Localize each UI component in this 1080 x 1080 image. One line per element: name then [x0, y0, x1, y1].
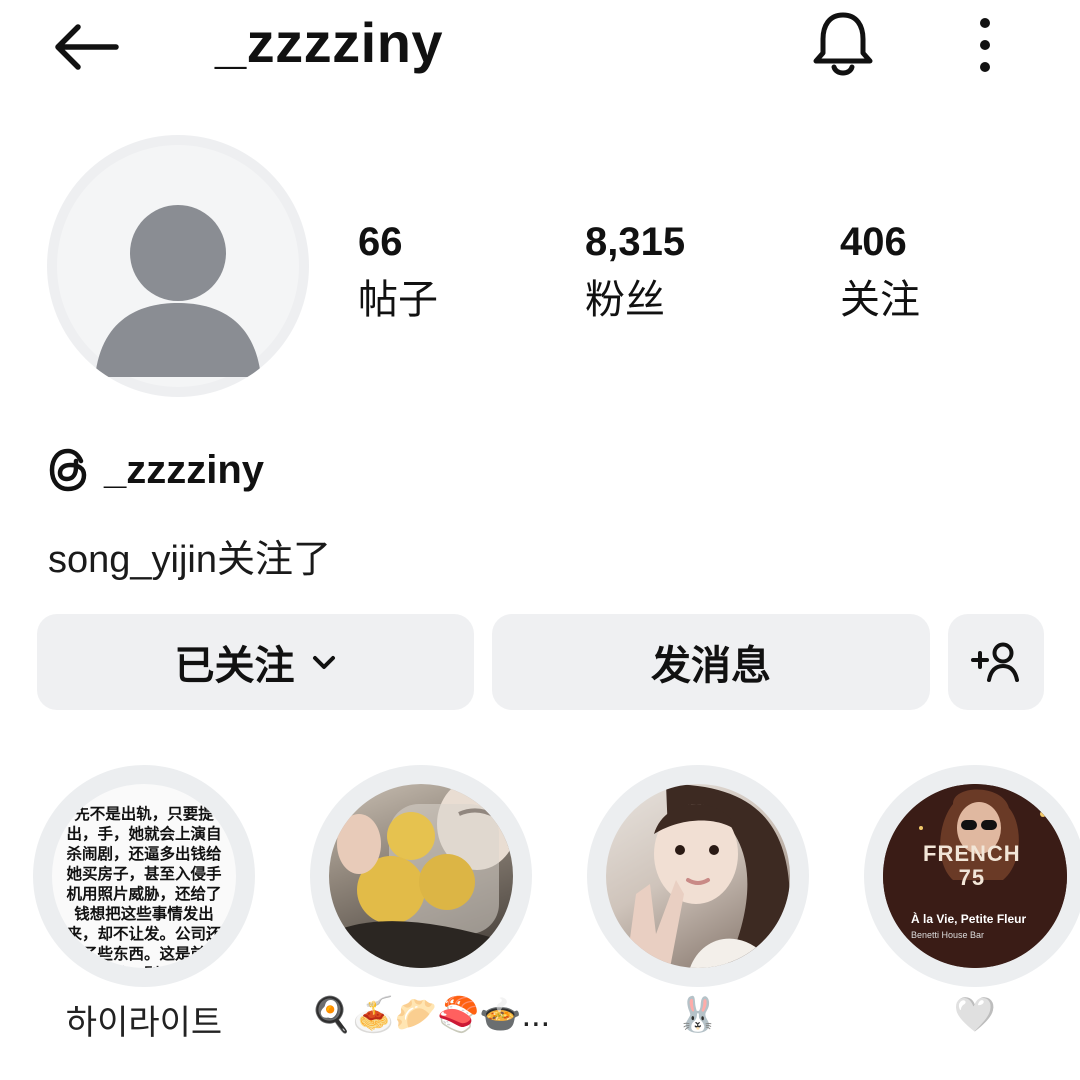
- music-card-song: À la Vie, Petite Fleur: [911, 912, 1027, 926]
- following-button-label: 已关注: [174, 644, 295, 688]
- highlight-caption: 🍳🍝🥟🍣🍲...: [310, 996, 551, 1034]
- highlight-caption: 🐰: [676, 996, 720, 1034]
- followers-count: 8,315: [585, 220, 686, 264]
- add-user-button[interactable]: [948, 614, 1044, 710]
- following-button[interactable]: 已关注: [37, 614, 474, 710]
- followers-stat[interactable]: 8,315 粉丝: [585, 218, 685, 330]
- food-photo-image: [329, 784, 513, 968]
- highlight-cover-text: 先不是出轨，只要提出，手，她就会上演自杀闹剧，还逼多出钱给她买房子，甚至入侵手机…: [66, 805, 222, 968]
- chevron-down-icon: [311, 652, 337, 672]
- back-button[interactable]: [40, 12, 130, 82]
- music-card-artist: Benetti House Bar: [911, 930, 985, 940]
- more-options-button[interactable]: [960, 10, 1010, 80]
- highlight-cover: FRENCH 75 À la Vie, Petite Fleur Benetti…: [883, 784, 1067, 968]
- highlight-caption: 🤍: [953, 996, 997, 1034]
- posts-label: 帖子: [358, 278, 438, 322]
- highlight-caption: 하이라이트: [65, 1004, 223, 1042]
- threads-link[interactable]: _zzzziny: [48, 440, 264, 500]
- highlight-cover: 先不是出轨，只要提出，手，她就会上演自杀闹剧，还逼多出钱给她买房子，甚至入侵手机…: [52, 784, 236, 968]
- selfie-photo-image: [626, 784, 790, 968]
- profile-username: _zzzziny: [215, 11, 444, 74]
- default-avatar-icon: [95, 205, 261, 377]
- followed-by-text[interactable]: song_yijin关注了: [48, 528, 331, 583]
- highlight-item[interactable]: 先不是出轨，只要提出，手，她就会上演自杀闹剧，还逼多出钱给她买房子，甚至入侵手机…: [33, 765, 255, 1042]
- posts-stat[interactable]: 66 帖子: [358, 218, 438, 330]
- arrow-left-icon: [55, 24, 119, 70]
- more-vertical-icon: [980, 18, 990, 72]
- following-count: 406: [840, 220, 907, 264]
- following-label: 关注: [840, 278, 920, 322]
- threads-icon: [49, 448, 87, 492]
- highlight-item[interactable]: 🍳🍝🥟🍣🍲...: [310, 765, 550, 1034]
- notifications-button[interactable]: [805, 6, 880, 82]
- following-stat[interactable]: 406 关注: [840, 218, 920, 330]
- highlight-item[interactable]: FRENCH 75 À la Vie, Petite Fleur Benetti…: [864, 765, 1080, 1034]
- highlight-item[interactable]: 🐰: [587, 765, 809, 1034]
- posts-count: 66: [358, 220, 403, 264]
- bell-icon: [813, 12, 872, 76]
- threads-handle: _zzzziny: [104, 447, 265, 492]
- highlight-cover: [606, 784, 790, 968]
- message-button[interactable]: 发消息: [492, 614, 930, 710]
- highlight-cover: [329, 784, 513, 968]
- profile-avatar[interactable]: [47, 135, 309, 397]
- music-card-title: FRENCH 75: [923, 841, 1021, 890]
- followers-label: 粉丝: [585, 278, 665, 322]
- add-user-icon: [971, 642, 1019, 682]
- message-button-label: 发消息: [651, 644, 771, 688]
